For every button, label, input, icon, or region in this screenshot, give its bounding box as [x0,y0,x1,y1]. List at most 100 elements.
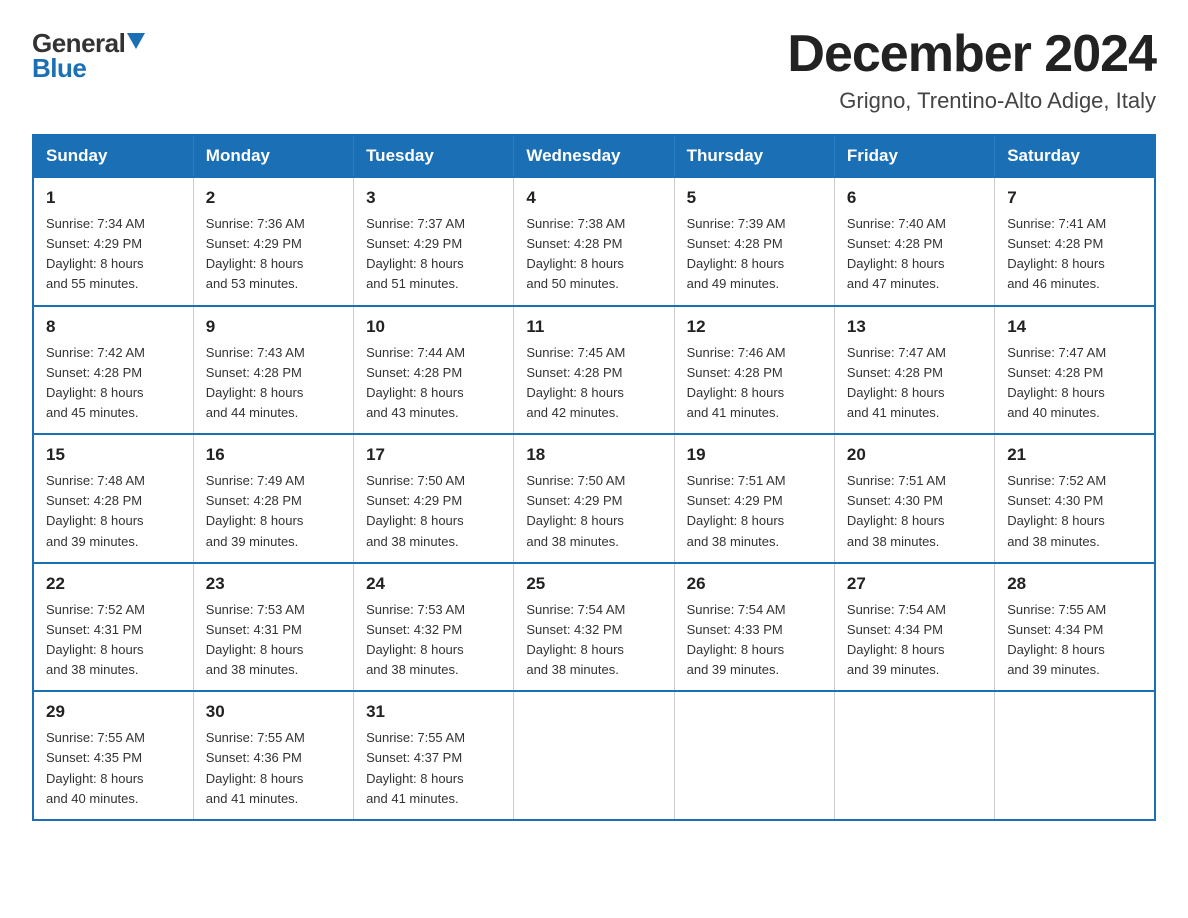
day-number: 17 [366,445,501,465]
calendar-cell [514,691,674,820]
day-number: 3 [366,188,501,208]
day-number: 10 [366,317,501,337]
day-number: 26 [687,574,822,594]
calendar-cell: 28 Sunrise: 7:55 AMSunset: 4:34 PMDayligh… [995,563,1155,692]
calendar-header-thursday: Thursday [674,135,834,177]
calendar-cell: 27 Sunrise: 7:54 AMSunset: 4:34 PMDayligh… [834,563,994,692]
day-number: 19 [687,445,822,465]
day-info: Sunrise: 7:40 AMSunset: 4:28 PMDaylight:… [847,214,982,295]
calendar-cell: 13 Sunrise: 7:47 AMSunset: 4:28 PMDayligh… [834,306,994,435]
day-number: 1 [46,188,181,208]
calendar-header-row: SundayMondayTuesdayWednesdayThursdayFrid… [33,135,1155,177]
day-number: 22 [46,574,181,594]
day-number: 18 [526,445,661,465]
day-info: Sunrise: 7:45 AMSunset: 4:28 PMDaylight:… [526,343,661,424]
day-number: 23 [206,574,341,594]
day-number: 24 [366,574,501,594]
calendar-cell: 24 Sunrise: 7:53 AMSunset: 4:32 PMDayligh… [354,563,514,692]
day-info: Sunrise: 7:54 AMSunset: 4:32 PMDaylight:… [526,600,661,681]
day-number: 20 [847,445,982,465]
calendar-title: December 2024 [787,24,1156,84]
day-number: 2 [206,188,341,208]
page-header: General Blue December 2024 Grigno, Trent… [32,24,1156,114]
day-number: 30 [206,702,341,722]
calendar-header-wednesday: Wednesday [514,135,674,177]
day-info: Sunrise: 7:47 AMSunset: 4:28 PMDaylight:… [1007,343,1142,424]
calendar-cell: 25Sunrise: 7:54 AMSunset: 4:32 PMDayligh… [514,563,674,692]
day-number: 8 [46,317,181,337]
calendar-cell [995,691,1155,820]
calendar-cell: 15Sunrise: 7:48 AMSunset: 4:28 PMDayligh… [33,434,193,563]
day-number: 31 [366,702,501,722]
day-info: Sunrise: 7:54 AMSunset: 4:34 PMDaylight:… [847,600,982,681]
calendar-cell: 1 Sunrise: 7:34 AMSunset: 4:29 PMDaylight… [33,177,193,306]
day-info: Sunrise: 7:52 AMSunset: 4:30 PMDaylight:… [1007,471,1142,552]
title-block: December 2024 Grigno, Trentino-Alto Adig… [787,24,1156,114]
day-info: Sunrise: 7:53 AMSunset: 4:31 PMDaylight:… [206,600,341,681]
calendar-subtitle: Grigno, Trentino-Alto Adige, Italy [787,88,1156,114]
calendar-week-row: 1 Sunrise: 7:34 AMSunset: 4:29 PMDaylight… [33,177,1155,306]
day-number: 15 [46,445,181,465]
calendar-week-row: 15Sunrise: 7:48 AMSunset: 4:28 PMDayligh… [33,434,1155,563]
calendar-cell: 11 Sunrise: 7:45 AMSunset: 4:28 PMDayligh… [514,306,674,435]
calendar-cell: 19 Sunrise: 7:51 AMSunset: 4:29 PMDayligh… [674,434,834,563]
day-number: 4 [526,188,661,208]
day-number: 7 [1007,188,1142,208]
calendar-week-row: 29Sunrise: 7:55 AMSunset: 4:35 PMDayligh… [33,691,1155,820]
calendar-cell: 12Sunrise: 7:46 AMSunset: 4:28 PMDayligh… [674,306,834,435]
calendar-cell: 2 Sunrise: 7:36 AMSunset: 4:29 PMDaylight… [193,177,353,306]
day-info: Sunrise: 7:53 AMSunset: 4:32 PMDaylight:… [366,600,501,681]
calendar-header-friday: Friday [834,135,994,177]
calendar-cell: 30Sunrise: 7:55 AMSunset: 4:36 PMDayligh… [193,691,353,820]
calendar-cell: 20 Sunrise: 7:51 AMSunset: 4:30 PMDayligh… [834,434,994,563]
day-number: 12 [687,317,822,337]
day-number: 28 [1007,574,1142,594]
day-info: Sunrise: 7:47 AMSunset: 4:28 PMDaylight:… [847,343,982,424]
day-number: 9 [206,317,341,337]
day-info: Sunrise: 7:42 AMSunset: 4:28 PMDaylight:… [46,343,181,424]
day-info: Sunrise: 7:52 AMSunset: 4:31 PMDaylight:… [46,600,181,681]
calendar-table: SundayMondayTuesdayWednesdayThursdayFrid… [32,134,1156,821]
calendar-cell: 17 Sunrise: 7:50 AMSunset: 4:29 PMDayligh… [354,434,514,563]
day-info: Sunrise: 7:54 AMSunset: 4:33 PMDaylight:… [687,600,822,681]
calendar-cell: 14Sunrise: 7:47 AMSunset: 4:28 PMDayligh… [995,306,1155,435]
day-number: 6 [847,188,982,208]
calendar-header-tuesday: Tuesday [354,135,514,177]
day-info: Sunrise: 7:34 AMSunset: 4:29 PMDaylight:… [46,214,181,295]
day-info: Sunrise: 7:44 AMSunset: 4:28 PMDaylight:… [366,343,501,424]
calendar-cell: 3 Sunrise: 7:37 AMSunset: 4:29 PMDaylight… [354,177,514,306]
calendar-cell: 6 Sunrise: 7:40 AMSunset: 4:28 PMDaylight… [834,177,994,306]
day-info: Sunrise: 7:51 AMSunset: 4:29 PMDaylight:… [687,471,822,552]
calendar-cell: 18 Sunrise: 7:50 AMSunset: 4:29 PMDayligh… [514,434,674,563]
day-info: Sunrise: 7:55 AMSunset: 4:35 PMDaylight:… [46,728,181,809]
calendar-cell: 23 Sunrise: 7:53 AMSunset: 4:31 PMDayligh… [193,563,353,692]
logo-arrow-icon [125,33,145,55]
day-info: Sunrise: 7:36 AMSunset: 4:29 PMDaylight:… [206,214,341,295]
calendar-cell: 31Sunrise: 7:55 AMSunset: 4:37 PMDayligh… [354,691,514,820]
day-info: Sunrise: 7:37 AMSunset: 4:29 PMDaylight:… [366,214,501,295]
calendar-cell: 22 Sunrise: 7:52 AMSunset: 4:31 PMDayligh… [33,563,193,692]
day-info: Sunrise: 7:55 AMSunset: 4:34 PMDaylight:… [1007,600,1142,681]
day-number: 13 [847,317,982,337]
day-number: 16 [206,445,341,465]
day-info: Sunrise: 7:50 AMSunset: 4:29 PMDaylight:… [366,471,501,552]
day-info: Sunrise: 7:39 AMSunset: 4:28 PMDaylight:… [687,214,822,295]
calendar-cell: 7Sunrise: 7:41 AMSunset: 4:28 PMDaylight… [995,177,1155,306]
day-info: Sunrise: 7:49 AMSunset: 4:28 PMDaylight:… [206,471,341,552]
calendar-cell: 16 Sunrise: 7:49 AMSunset: 4:28 PMDayligh… [193,434,353,563]
calendar-cell: 9Sunrise: 7:43 AMSunset: 4:28 PMDaylight… [193,306,353,435]
day-info: Sunrise: 7:50 AMSunset: 4:29 PMDaylight:… [526,471,661,552]
calendar-cell: 29Sunrise: 7:55 AMSunset: 4:35 PMDayligh… [33,691,193,820]
calendar-cell [834,691,994,820]
logo-blue-text: Blue [32,53,86,83]
calendar-week-row: 8 Sunrise: 7:42 AMSunset: 4:28 PMDaylight… [33,306,1155,435]
day-number: 11 [526,317,661,337]
calendar-cell: 5Sunrise: 7:39 AMSunset: 4:28 PMDaylight… [674,177,834,306]
day-info: Sunrise: 7:51 AMSunset: 4:30 PMDaylight:… [847,471,982,552]
calendar-cell: 8 Sunrise: 7:42 AMSunset: 4:28 PMDaylight… [33,306,193,435]
calendar-header-sunday: Sunday [33,135,193,177]
calendar-week-row: 22 Sunrise: 7:52 AMSunset: 4:31 PMDayligh… [33,563,1155,692]
calendar-cell [674,691,834,820]
day-number: 27 [847,574,982,594]
calendar-cell: 10 Sunrise: 7:44 AMSunset: 4:28 PMDayligh… [354,306,514,435]
